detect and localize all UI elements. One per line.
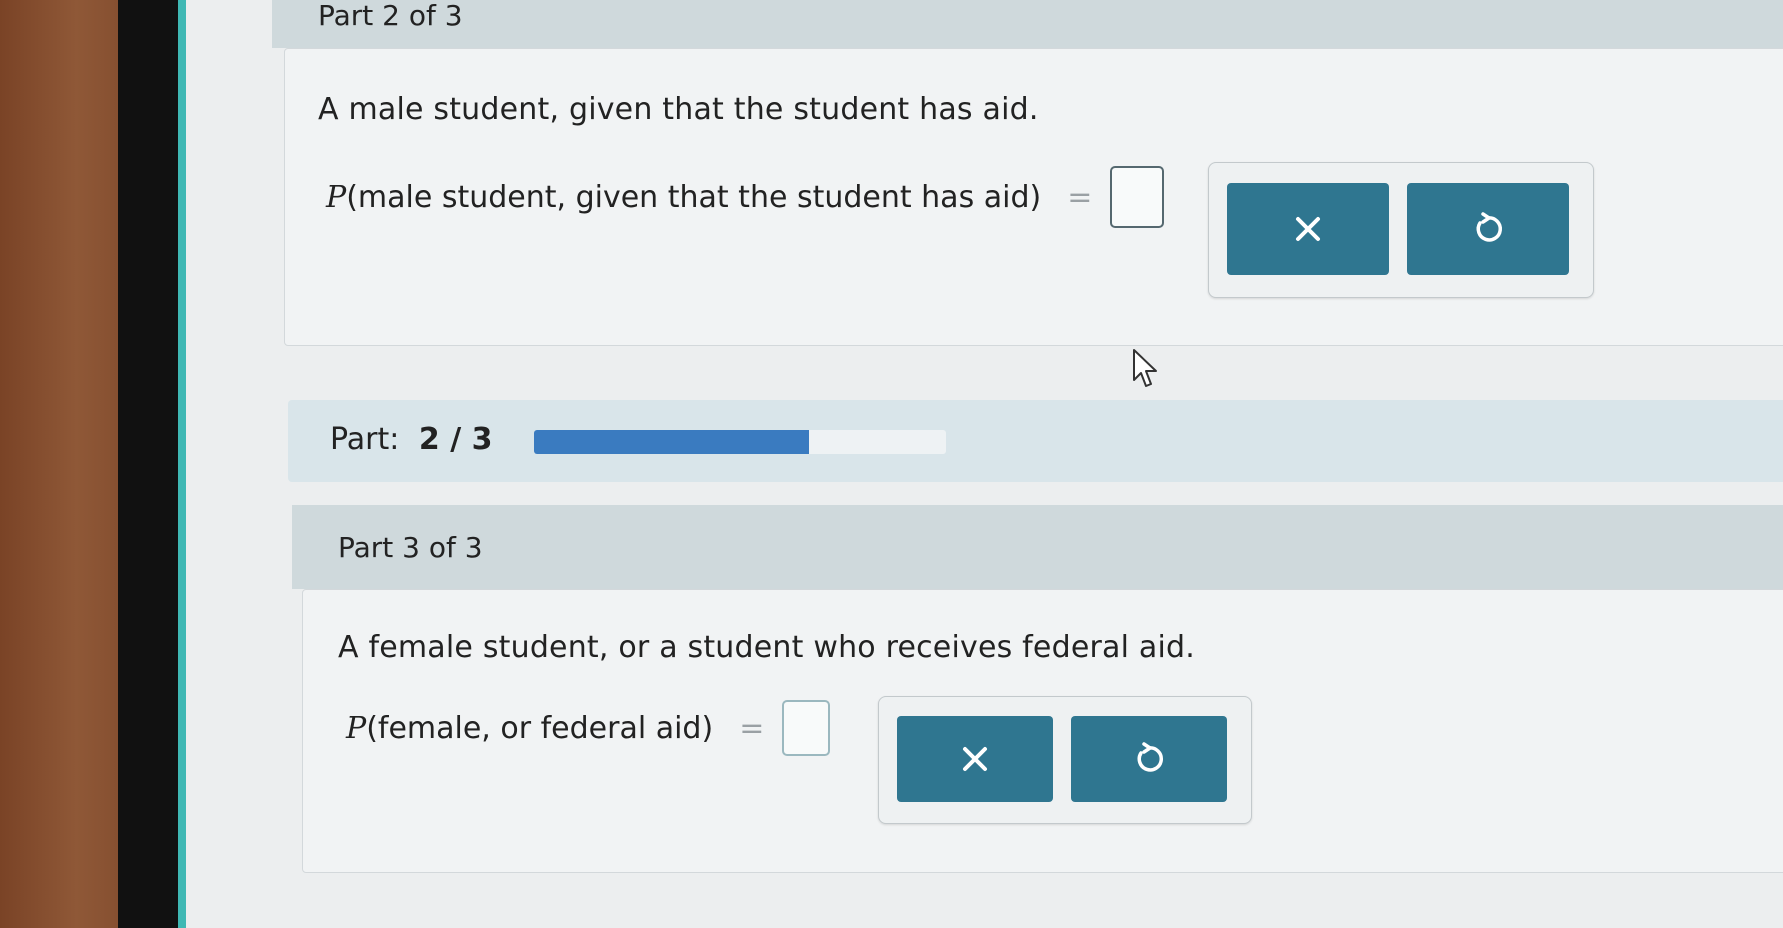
progress-track xyxy=(534,430,946,454)
monitor-bezel xyxy=(118,0,180,928)
progress-label-group: Part: 2 / 3 xyxy=(330,422,492,457)
part2-question: A male student, given that the student h… xyxy=(318,92,1039,127)
part2-reset-button[interactable] xyxy=(1407,183,1569,275)
part2-header: Part 2 of 3 xyxy=(272,0,1783,48)
progress-fill xyxy=(534,430,809,454)
close-icon xyxy=(1296,217,1320,241)
part3-question: A female student, or a student who recei… xyxy=(338,630,1195,665)
part2-header-label: Part 2 of 3 xyxy=(318,0,463,32)
part3-reset-button[interactable] xyxy=(1071,716,1227,802)
part2-answer-input[interactable] xyxy=(1110,166,1165,228)
part3-formula-args: (female, or federal aid) xyxy=(366,710,714,746)
part3-clear-button[interactable] xyxy=(897,716,1053,802)
probability-symbol: P xyxy=(346,710,367,746)
mouse-cursor-icon xyxy=(1133,349,1157,387)
part2-answer-tools xyxy=(1208,162,1594,298)
part2-clear-button[interactable] xyxy=(1227,183,1389,275)
equals-sign: = xyxy=(1067,179,1093,215)
part3-header: Part 3 of 3 xyxy=(292,505,1783,589)
progress-count: 2 / 3 xyxy=(418,422,493,457)
progress-label: Part: xyxy=(330,422,400,457)
undo-icon xyxy=(1476,212,1503,242)
progress-bar-section: Part: 2 / 3 xyxy=(288,400,1783,482)
equals-sign: = xyxy=(739,710,765,746)
part2-formula: P (male student, given that the student … xyxy=(326,166,1165,228)
part3-header-label: Part 3 of 3 xyxy=(338,530,483,564)
undo-icon xyxy=(1137,742,1164,772)
monitor-edge xyxy=(178,0,186,928)
close-icon xyxy=(963,747,987,771)
probability-symbol: P xyxy=(326,179,347,215)
part3-answer-tools xyxy=(878,696,1252,824)
part2-formula-args: (male student, given that the student ha… xyxy=(346,179,1042,215)
screen: Part 2 of 3 A male student, given that t… xyxy=(186,0,1783,928)
part3-answer-input[interactable] xyxy=(782,700,831,756)
part3-formula: P (female, or federal aid) = xyxy=(346,700,831,756)
